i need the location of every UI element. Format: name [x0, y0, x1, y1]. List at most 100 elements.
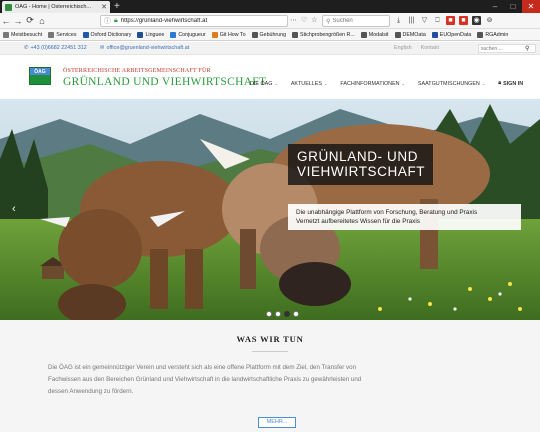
section-text-line: dessen Anwendung zu fördern. [48, 388, 134, 395]
bookmark-item[interactable]: DEMOata [394, 31, 426, 38]
kontakt-link[interactable]: Kontakt [421, 45, 439, 51]
browser-navbar: ← → ⟳ ⌂ ⓘ 🔒︎ https://grünland-viehwirtsc… [0, 13, 540, 29]
pocket-icon[interactable]: ▽ [420, 16, 429, 25]
browser-search-input[interactable] [332, 18, 387, 24]
bookmark-label: Meistbesucht [11, 31, 43, 38]
bookmarks-toolbar: Meistbesucht Services Oxford Dictionary Lin… [0, 29, 540, 41]
browser-search-box[interactable]: ⚲ [322, 15, 390, 27]
hero-title-line-1: GRÜNLAND- UND [297, 149, 419, 164]
bookmark-label: Services [56, 31, 77, 38]
library-icon[interactable]: ||| [407, 16, 416, 25]
extension-icon[interactable]: ⊚ [485, 16, 494, 25]
extension-red-icon[interactable]: ■ [446, 16, 455, 25]
chevron-down-icon: ⌄ [324, 81, 328, 86]
brand-line-1[interactable]: ÖSTERREICHISCHE ARBEITSGEMEINSCHAFT FÜR [63, 68, 211, 74]
sign-in-link[interactable]: 🔒︎ SIGN IN [498, 80, 523, 87]
back-button[interactable]: ← [0, 16, 12, 26]
nav-label: SAATGUTMISCHUNGEN [417, 80, 480, 87]
mail-icon: ✉ [100, 45, 105, 51]
minimize-button[interactable]: – [486, 0, 504, 13]
section-divider [252, 351, 288, 352]
bookmark-icon [292, 31, 299, 38]
bookmark-icon [251, 31, 258, 38]
address-bar[interactable]: ⓘ 🔒︎ https://grünland-viehwirtschaft.at [100, 15, 288, 27]
bookmark-label: RGAdmin [485, 31, 509, 38]
toolbar-icons: ⤓ ||| ▽ ⎕ ■ ■ ◉ ⊚ [394, 16, 494, 25]
bookmark-icon [48, 31, 55, 38]
downloads-icon[interactable]: ⤓ [394, 16, 403, 25]
nav-item-saatgutmischungen[interactable]: SAATGUTMISCHUNGEN ⌄ [418, 80, 485, 87]
search-icon[interactable]: ⚲ [525, 45, 529, 52]
close-tab-icon[interactable]: ✕ [101, 4, 107, 11]
nav-label: AKTUELLES [290, 80, 322, 87]
email-address: office@gruenland-viehwirtschaft.at [106, 45, 190, 51]
bookmark-item[interactable]: Conjugueur [170, 31, 206, 38]
maximize-button[interactable]: □ [504, 0, 522, 13]
phone-icon: ✆ [24, 45, 29, 51]
extension-dark-icon[interactable]: ◉ [472, 16, 481, 25]
contact-bar: ✆ +43 (0)6682 22451 312 ✉ office@gruenla… [0, 42, 540, 55]
bookmark-label: Linguee [145, 31, 165, 38]
bookmark-item[interactable]: Modalsit [360, 31, 389, 38]
bookmark-icon [431, 31, 438, 38]
nav-item-aktuelles[interactable]: AKTUELLES ⌄ [291, 80, 328, 87]
phone-link[interactable]: ✆ +43 (0)6682 22451 312 [24, 45, 87, 51]
reload-button[interactable]: ⟳ [24, 15, 36, 26]
site-search-box[interactable]: ⚲ [478, 44, 536, 53]
url-text[interactable]: https://grünland-viehwirtschaft.at [121, 18, 284, 24]
bookmark-label: Modalsit [368, 31, 389, 38]
hero-subtitle-box: Die unabhängige Plattform von Forschung,… [288, 204, 521, 230]
top-links: English Kontakt [394, 45, 439, 51]
more-button[interactable]: MEHR... [258, 417, 296, 428]
search-icon: ⚲ [326, 18, 331, 25]
nav-item-fachinformationen[interactable]: FACHINFORMATIONEN ⌄ [340, 80, 405, 87]
bookmark-label: EUOpenData [439, 31, 472, 38]
slider-dots [266, 311, 299, 317]
bookmark-item[interactable]: EUOpenData [431, 31, 472, 38]
hero-subtitle-line-2: Vernetzt aufbereitetes Wissen für die Pr… [296, 218, 420, 225]
bookmark-item[interactable]: Stichprobengrößen R... [292, 31, 355, 38]
bookmark-label: Oxford Dictionary [90, 31, 132, 38]
section-text-line: Fachwissen aus den Bereichen Grünland un… [48, 376, 362, 383]
bookmark-item[interactable]: Meistbesucht [3, 31, 43, 38]
sidebar-icon[interactable]: ⎕ [433, 16, 442, 25]
bookmark-item[interactable]: Services [48, 31, 77, 38]
bookmark-item[interactable]: RGAdmin [477, 31, 509, 38]
bookmark-item[interactable]: Git How To [211, 31, 246, 38]
bookmark-label: Gebührung [259, 31, 287, 38]
bookmark-item[interactable]: Gebührung [251, 31, 287, 38]
was-wir-tun-section: WAS WIR TUN Die ÖAG ist ein gemeinnützig… [0, 320, 540, 432]
oeag-logo[interactable]: ÖAG [29, 67, 51, 85]
new-tab-button[interactable]: + [114, 1, 120, 12]
home-button[interactable]: ⌂ [36, 16, 48, 26]
nav-item-die-oeag[interactable]: DIE ÖAG ⌄ [250, 80, 278, 87]
close-window-button[interactable]: ✕ [522, 0, 540, 13]
browser-tab[interactable]: ÖAG - Home | Österreichisch... ✕ [2, 1, 110, 13]
nav-label: DIE ÖAG [250, 80, 273, 87]
chevron-down-icon: ⌄ [481, 81, 486, 86]
bookmark-item[interactable]: Oxford Dictionary [82, 31, 132, 38]
slider-dot[interactable] [266, 311, 272, 317]
bookmark-icon [137, 31, 144, 38]
extension-red2-icon[interactable]: ■ [459, 16, 468, 25]
page-actions-icon[interactable]: ⋯ ♡ ☆ [290, 16, 318, 24]
slider-dot[interactable] [293, 311, 299, 317]
slider-dot[interactable] [284, 311, 290, 317]
bookmark-icon [211, 31, 218, 38]
bookmark-item[interactable]: Linguee [137, 31, 165, 38]
logo-text: ÖAG [34, 69, 46, 75]
info-icon[interactable]: ⓘ [104, 16, 111, 26]
sign-in-label: SIGN IN [503, 80, 524, 87]
chevron-down-icon: ⌄ [401, 81, 405, 86]
bookmark-label: Stichprobengrößen R... [300, 31, 355, 38]
bookmark-icon [394, 31, 401, 38]
phone-number: +43 (0)6682 22451 312 [30, 45, 87, 51]
slider-prev-arrow-icon[interactable]: ‹ [12, 203, 16, 215]
site-search-input[interactable] [481, 45, 525, 52]
slider-dot[interactable] [275, 311, 281, 317]
english-link[interactable]: English [394, 45, 412, 51]
nav-label: FACHINFORMATIONEN [340, 80, 400, 87]
brand-line-2[interactable]: GRÜNLAND UND VIEHWIRTSCHAFT [63, 76, 266, 88]
forward-button[interactable]: → [12, 16, 24, 26]
email-link[interactable]: ✉ office@gruenland-viehwirtschaft.at [100, 45, 189, 51]
